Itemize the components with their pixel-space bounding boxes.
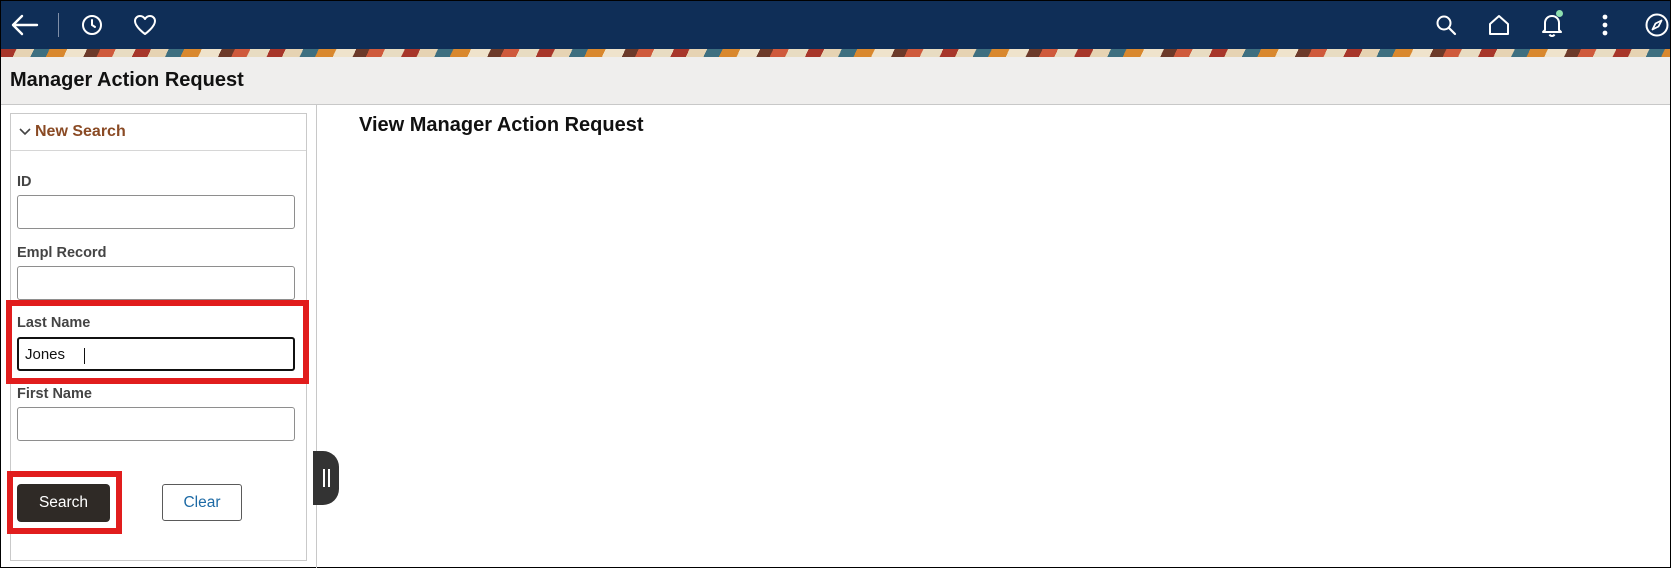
top-navigation-bar <box>1 1 1670 49</box>
id-input[interactable] <box>17 195 295 229</box>
text-cursor <box>84 348 85 364</box>
empl-record-label: Empl Record <box>17 245 107 261</box>
more-actions-icon[interactable] <box>1585 1 1625 49</box>
last-name-input[interactable]: Jones <box>17 337 295 371</box>
home-icon[interactable] <box>1479 1 1519 49</box>
new-search-toggle[interactable]: New Search <box>11 114 306 151</box>
notification-dot-icon <box>1556 10 1563 17</box>
pane-splitter-handle[interactable] <box>313 451 339 505</box>
page-title: Manager Action Request <box>10 69 244 91</box>
id-label: ID <box>17 174 32 190</box>
main-content-title: View Manager Action Request <box>359 114 644 136</box>
last-name-label: Last Name <box>17 315 91 331</box>
clear-button[interactable]: Clear <box>162 484 242 521</box>
chevron-down-icon <box>19 128 31 136</box>
navigator-compass-icon[interactable] <box>1637 1 1673 49</box>
new-search-label: New Search <box>35 123 126 140</box>
back-arrow-icon[interactable] <box>4 1 44 49</box>
search-icon[interactable] <box>1426 1 1466 49</box>
favorites-heart-icon[interactable] <box>125 1 165 49</box>
page-title-bar: Manager Action Request <box>1 57 1670 105</box>
empl-record-input[interactable] <box>17 266 295 300</box>
first-name-input[interactable] <box>17 407 295 441</box>
notifications-bell-icon[interactable] <box>1532 1 1572 49</box>
drag-handle-icon <box>322 469 330 487</box>
first-name-label: First Name <box>17 386 92 402</box>
decorative-banner <box>1 49 1670 57</box>
history-icon[interactable] <box>72 1 112 49</box>
toolbar-divider <box>58 13 59 37</box>
last-name-value: Jones <box>25 345 66 363</box>
search-button[interactable]: Search <box>17 484 110 522</box>
